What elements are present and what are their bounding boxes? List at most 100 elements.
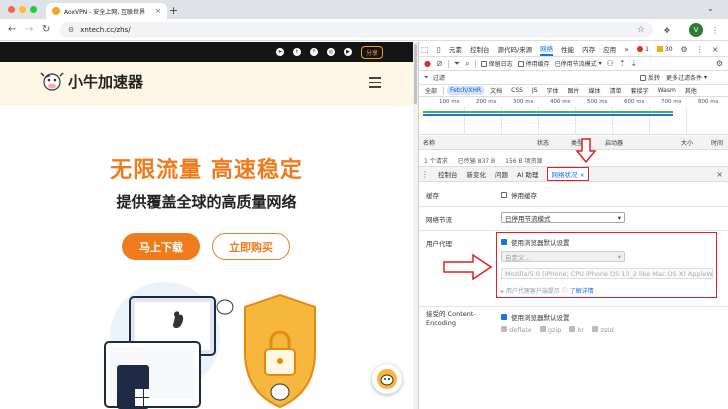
preserve-log-checkbox[interactable]: 保留日志: [480, 59, 513, 68]
hamburger-menu-icon[interactable]: [369, 77, 381, 91]
tab-memory[interactable]: 内存: [582, 44, 595, 54]
address-bar[interactable]: ⚙ xntech.cc/zhs/ ☆: [60, 22, 653, 38]
tab-performance[interactable]: 性能: [561, 44, 574, 54]
close-window-button[interactable]: [8, 6, 15, 13]
tab-network[interactable]: 网络: [540, 43, 554, 56]
network-toolbar: ● ⊘ ⏷ ⌕ 保留日志 停用缓存 已停用节流模式 ▾ ⚇ ⇡ ⇣ ⚙: [419, 57, 728, 71]
back-button[interactable]: ←: [8, 24, 16, 35]
type-wasm[interactable]: Wasm: [655, 86, 679, 95]
drawer-menu-icon[interactable]: ⋮: [421, 170, 429, 179]
facebook-icon[interactable]: f: [309, 48, 318, 56]
clear-icon[interactable]: ⊘: [436, 59, 443, 68]
type-font[interactable]: 字体: [544, 85, 562, 96]
tab-title: AoxVPN - 安全上网, 互联世界: [64, 8, 146, 16]
encoding-zstd[interactable]: zstd: [592, 326, 614, 334]
instagram-icon[interactable]: ◎: [326, 48, 335, 56]
tab-search-chevron-icon[interactable]: ⌄: [707, 4, 714, 13]
device-toolbar-icon[interactable]: ▯: [437, 45, 441, 54]
record-icon[interactable]: ●: [424, 59, 431, 68]
encoding-zstd-label: zstd: [600, 326, 614, 334]
type-img[interactable]: 图片: [565, 85, 583, 96]
youtube-icon[interactable]: ▶: [343, 48, 352, 56]
column-initiator[interactable]: 启动器: [605, 138, 623, 147]
column-time[interactable]: 时间: [711, 138, 723, 147]
cache-label: 缓存: [426, 192, 439, 200]
disable-cache-checkbox[interactable]: 停用缓存: [517, 59, 550, 68]
column-status[interactable]: 状态: [537, 138, 549, 147]
type-media[interactable]: 媒体: [586, 85, 604, 96]
profile-avatar[interactable]: V: [689, 23, 703, 37]
drawer-tab-issues[interactable]: 问题: [495, 169, 508, 179]
disable-cache-label: 停用缓存: [525, 61, 550, 68]
drawer-tab-network-conditions[interactable]: 网络状况 ×: [547, 167, 589, 181]
devtools-menu-icon[interactable]: ⋮: [696, 45, 704, 54]
tab-elements[interactable]: 元素: [449, 44, 462, 54]
type-css[interactable]: CSS: [508, 86, 526, 95]
encoding-br[interactable]: br: [569, 326, 584, 334]
timeline-tick: 400 ms: [550, 99, 571, 105]
more-tabs-icon[interactable]: »: [624, 45, 629, 54]
browser-tab[interactable]: AoxVPN - 安全上网, 互联世界 ×: [46, 3, 167, 19]
brand-name: 小牛加速器: [68, 73, 144, 91]
disable-cache-option[interactable]: 停用缓存: [501, 190, 537, 200]
forward-button[interactable]: →: [25, 24, 33, 35]
export-har-icon[interactable]: ⇣: [631, 59, 638, 68]
buy-button[interactable]: 立即购买: [212, 233, 290, 260]
minimize-window-button[interactable]: [19, 6, 26, 13]
telegram-icon[interactable]: ➤: [275, 48, 284, 56]
type-socket[interactable]: 套接字: [628, 85, 652, 96]
type-other[interactable]: 其他: [682, 85, 700, 96]
encoding-default-checkbox[interactable]: 使用浏览器默认设置: [501, 312, 570, 322]
timeline-request-bar: [423, 111, 673, 113]
close-devtools-icon[interactable]: ×: [712, 45, 719, 54]
throttle-select[interactable]: 已停用节流模式 ▾: [555, 59, 602, 68]
type-fetch-xhr[interactable]: Fetch/XHR: [447, 86, 485, 95]
reload-button[interactable]: ↻: [42, 24, 50, 35]
browser-menu-icon[interactable]: ⋮: [708, 23, 722, 37]
cow-logo-icon[interactable]: [40, 70, 64, 92]
close-drawer-icon[interactable]: ×: [716, 170, 723, 179]
address-toolbar: ← → ↻ ⚙ xntech.cc/zhs/ ☆ ❖ V ⋮: [0, 19, 728, 41]
close-tab-icon[interactable]: ×: [155, 7, 161, 15]
devtools-settings-icon[interactable]: ⚙: [681, 45, 688, 54]
search-icon[interactable]: ⌕: [465, 59, 469, 69]
throttling-select[interactable]: 已停用节流模式 ▾: [501, 212, 625, 223]
tab-console[interactable]: 控制台: [470, 44, 490, 54]
invert-checkbox[interactable]: 反转: [640, 73, 660, 82]
warning-count-badge[interactable]: 30: [656, 46, 673, 53]
column-size[interactable]: 大小: [681, 138, 693, 147]
filter-input[interactable]: ⏷ 过滤: [424, 73, 640, 83]
more-filters-dropdown[interactable]: 更多过滤条件 ▾: [666, 73, 707, 82]
network-overview-timeline[interactable]: 100 ms 200 ms 300 ms 400 ms 500 ms 600 m…: [419, 97, 728, 135]
type-doc[interactable]: 文档: [487, 85, 505, 96]
filter-icon[interactable]: ⏷: [454, 59, 460, 69]
tab-application[interactable]: 应用: [603, 44, 616, 54]
download-button[interactable]: 马上下载: [122, 233, 200, 260]
site-info-icon[interactable]: ⚙: [68, 26, 74, 34]
tab-sources[interactable]: 源代码/来源: [497, 44, 532, 54]
type-js[interactable]: JS: [529, 86, 541, 95]
import-har-icon[interactable]: ⇡: [619, 59, 626, 68]
devices-shield-illustration: [104, 282, 316, 409]
twitter-icon[interactable]: t: [292, 48, 301, 56]
drawer-tab-ai-assistant[interactable]: AI 助理: [517, 169, 538, 179]
drawer-tab-console[interactable]: 控制台: [438, 169, 458, 179]
chat-support-button[interactable]: [372, 364, 402, 394]
type-all[interactable]: 全部: [422, 85, 440, 96]
network-conditions-icon[interactable]: ⚇: [607, 59, 614, 68]
checkbox-disabled: [592, 326, 599, 332]
share-button[interactable]: 分享: [360, 45, 383, 59]
bookmark-star-icon[interactable]: ☆: [637, 25, 645, 35]
extension-puzzle-icon[interactable]: ❖: [660, 23, 674, 37]
error-count-badge[interactable]: 1: [637, 46, 649, 53]
maximize-window-button[interactable]: [30, 6, 37, 13]
encoding-deflate[interactable]: deflate: [501, 326, 532, 334]
new-tab-button[interactable]: +: [169, 4, 178, 17]
inspect-element-icon[interactable]: ⬚: [421, 45, 429, 54]
section-divider: [419, 230, 728, 231]
drawer-tab-changes[interactable]: 新变化: [467, 169, 487, 179]
network-settings-icon[interactable]: ⚙: [716, 59, 723, 68]
type-manifest[interactable]: 清单: [607, 85, 625, 96]
column-name[interactable]: 名称: [423, 138, 435, 147]
encoding-gzip[interactable]: gzip: [539, 326, 561, 334]
